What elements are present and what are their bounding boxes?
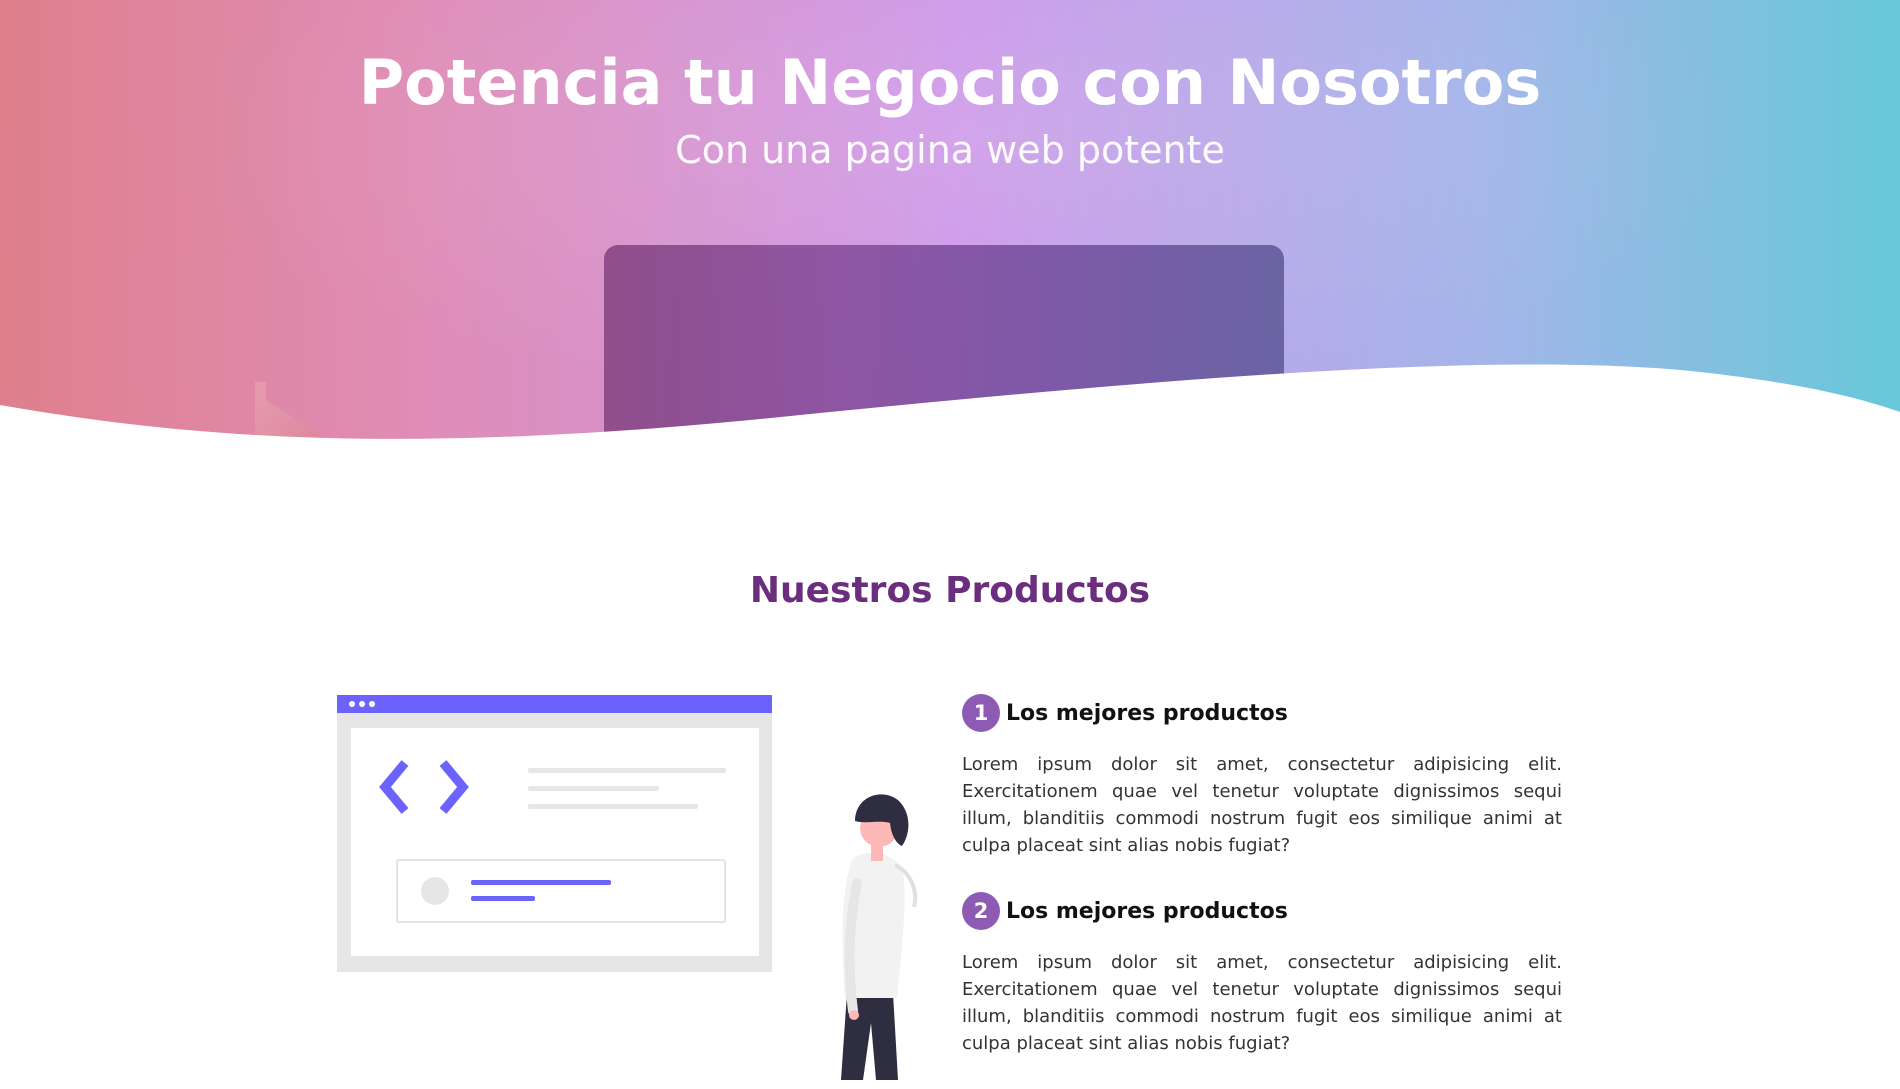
products-section-title: Nuestros Productos: [749, 570, 1151, 611]
person-figure: [841, 794, 918, 1080]
product-header: 1 Los mejores productos: [962, 693, 1562, 733]
hero-wave-divider: [0, 364, 1900, 450]
product-header: 2 Los mejores productos: [962, 891, 1562, 931]
hero-banner: Potencia tu Negocio con Nosotros Con una…: [0, 0, 1900, 450]
product-item: 1 Los mejores productos Lorem ipsum dolo…: [962, 693, 1562, 859]
product-title: Los mejores productos: [1006, 898, 1288, 924]
developer-illustration: [337, 695, 918, 1080]
product-description: Lorem ipsum dolor sit amet, consectetur …: [962, 754, 1562, 856]
product-title: Los mejores productos: [1006, 700, 1288, 726]
product-item: 2 Los mejores productos Lorem ipsum dolo…: [962, 891, 1562, 1057]
browser-window-graphic: [337, 695, 772, 972]
product-number-badge: 1: [962, 694, 1000, 732]
product-number-badge: 2: [962, 892, 1000, 930]
product-description: Lorem ipsum dolor sit amet, consectetur …: [962, 952, 1562, 1054]
products-list: 1 Los mejores productos Lorem ipsum dolo…: [962, 693, 1562, 1089]
